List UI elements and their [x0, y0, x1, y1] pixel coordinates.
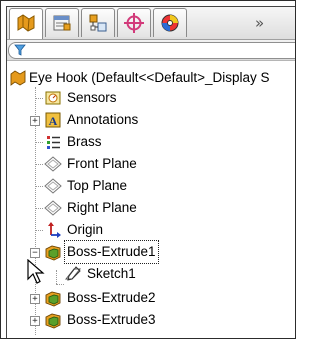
- tree-item-label: Front Plane: [67, 156, 137, 171]
- expand-toggle[interactable]: +: [30, 316, 40, 326]
- sensors-icon: [45, 91, 61, 105]
- tree-item-annotations[interactable]: + A Annotations: [7, 109, 267, 131]
- tree-item-label: Origin: [67, 222, 104, 237]
- featuremanager-icon: [17, 14, 35, 32]
- extrude-icon: [45, 291, 61, 307]
- panel-tab-strip: »: [7, 7, 295, 40]
- tree-item-front-plane[interactable]: Front Plane: [7, 153, 267, 175]
- tree-item-label: Boss-Extrude3: [67, 312, 156, 327]
- configurationmanager-icon: [89, 14, 107, 32]
- mouse-pointer-icon: [27, 259, 45, 284]
- filter-input[interactable]: [8, 42, 295, 59]
- tab-configurationmanager[interactable]: [81, 8, 115, 37]
- dimxpert-icon: [124, 13, 144, 33]
- annotations-icon: A: [45, 112, 61, 128]
- displaymanager-icon: [161, 14, 179, 32]
- collapse-toggle[interactable]: −: [30, 248, 40, 258]
- featuremanager-panel: » Eye Hook (Default<<Default>_Display S …: [0, 0, 296, 339]
- origin-icon: [48, 222, 61, 238]
- material-icon: [47, 136, 60, 149]
- propertymanager-icon: [53, 15, 71, 31]
- filter-icon: [14, 44, 26, 56]
- filter-bar: [7, 40, 295, 61]
- tab-dimxpert[interactable]: [117, 8, 151, 37]
- tab-featuremanager[interactable]: [9, 8, 43, 39]
- tree-item-right-plane[interactable]: Right Plane: [7, 197, 267, 219]
- tree-item-top-plane[interactable]: Top Plane: [7, 175, 267, 197]
- tree-item-boss-extrude2[interactable]: + Boss-Extrude2: [7, 287, 267, 309]
- tree-item-label: Sensors: [67, 90, 117, 105]
- extrude-icon: [45, 313, 61, 329]
- tree-item-label-focused: Boss-Extrude1: [64, 240, 159, 264]
- svg-text:A: A: [49, 114, 58, 128]
- tree-item-origin[interactable]: Origin: [7, 219, 267, 241]
- tab-propertymanager[interactable]: [45, 8, 79, 37]
- tree-root-label: Eye Hook (Default<<Default>_Display S: [29, 70, 270, 85]
- tree-item-material[interactable]: Brass: [7, 131, 267, 153]
- tab-displaymanager[interactable]: [153, 8, 187, 37]
- tree-root-part[interactable]: Eye Hook (Default<<Default>_Display S: [7, 67, 295, 89]
- expand-toggle[interactable]: +: [30, 116, 40, 126]
- plane-icon: [44, 156, 62, 172]
- part-icon: [10, 70, 26, 86]
- tree-item-label: Brass: [67, 134, 102, 149]
- tree-item-label: Right Plane: [67, 200, 137, 215]
- sketch-icon: [64, 266, 82, 281]
- expand-toggle[interactable]: +: [30, 294, 40, 304]
- tree-item-label: Top Plane: [67, 178, 128, 193]
- tree-item-label: Sketch1: [87, 266, 136, 281]
- tree-item-boss-extrude3[interactable]: + Boss-Extrude3: [7, 309, 267, 331]
- plane-icon: [44, 200, 62, 216]
- tree-item-label: Boss-Extrude2: [67, 290, 156, 305]
- featuremanager-inner: » Eye Hook (Default<<Default>_Display S …: [6, 6, 295, 338]
- more-tabs-chevron[interactable]: »: [255, 14, 264, 32]
- plane-icon: [44, 178, 62, 194]
- tree-item-sensors[interactable]: Sensors: [7, 87, 267, 109]
- tree-item-label: Annotations: [67, 112, 139, 127]
